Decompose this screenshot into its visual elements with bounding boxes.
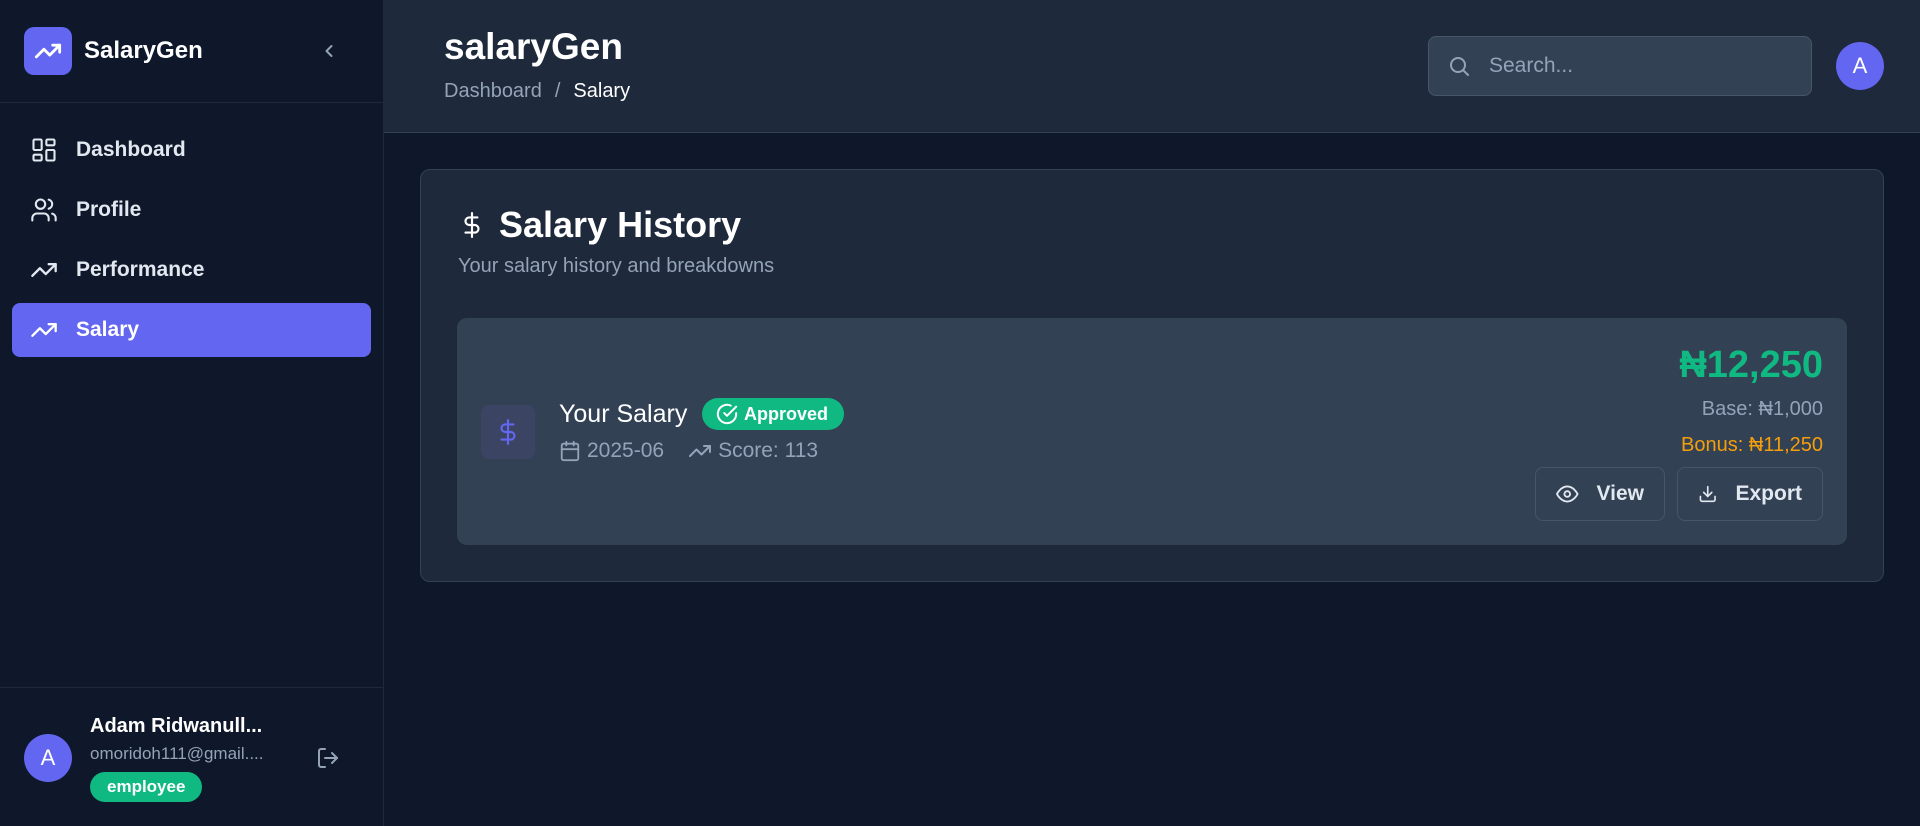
- user-name: Adam Ridwanull...: [90, 715, 263, 737]
- salary-base: Base: ₦1,000: [1701, 398, 1823, 420]
- view-button[interactable]: View: [1535, 467, 1665, 521]
- collapse-sidebar-button[interactable]: [316, 38, 342, 64]
- user-panel: A Adam Ridwanull... omoridoh111@gmail...…: [0, 687, 383, 826]
- trending-up-icon: [30, 316, 58, 344]
- status-badge: Approved: [702, 398, 845, 430]
- trending-up-icon: [689, 445, 712, 457]
- sidebar-nav: Dashboard Profile Performance Salary: [0, 103, 383, 357]
- search-input[interactable]: [1489, 54, 1789, 78]
- salary-total: ₦12,250: [1679, 344, 1823, 386]
- logo[interactable]: [24, 27, 72, 75]
- breadcrumb-separator: /: [554, 80, 561, 102]
- trending-up-icon: [34, 43, 62, 59]
- breadcrumb-current: Salary: [573, 80, 631, 102]
- avatar[interactable]: A: [1836, 42, 1884, 90]
- logout-icon: [318, 748, 338, 768]
- check-circle-icon: [716, 403, 738, 425]
- card-title: Salary History: [499, 204, 742, 245]
- card-header: Salary History: [459, 204, 741, 246]
- sidebar-item-dashboard[interactable]: Dashboard: [12, 123, 371, 177]
- salary-entry-meta: 2025-06 Score: 113: [559, 439, 818, 463]
- eye-icon: [1556, 485, 1579, 503]
- view-button-label: View: [1596, 482, 1644, 505]
- salary-bonus: Bonus: ₦11,250: [1681, 434, 1823, 456]
- salary-period: 2025-06: [587, 439, 665, 462]
- search-icon: [1450, 57, 1469, 76]
- sidebar: SalaryGen Dashboard Profile Performance …: [0, 0, 384, 826]
- logout-button[interactable]: [314, 744, 342, 772]
- page-title: salaryGen: [444, 26, 623, 67]
- dollar-icon: [500, 419, 516, 445]
- search-box[interactable]: [1428, 36, 1812, 96]
- sidebar-item-label: Dashboard: [76, 138, 186, 161]
- export-button[interactable]: Export: [1677, 467, 1823, 521]
- dollar-icon: [464, 212, 480, 238]
- salary-history-card: Salary History Your salary history and b…: [420, 169, 1884, 582]
- trending-up-icon: [30, 256, 58, 284]
- sidebar-item-profile[interactable]: Profile: [12, 183, 371, 237]
- performance-score: Score: 113: [718, 439, 819, 462]
- top-bar: salaryGen Dashboard / Salary A: [384, 0, 1920, 133]
- sidebar-item-label: Performance: [76, 258, 205, 281]
- chevron-left-icon: [325, 45, 333, 57]
- status-badge-label: Approved: [744, 403, 829, 424]
- breadcrumb-dashboard-link[interactable]: Dashboard: [444, 80, 542, 103]
- users-icon: [30, 196, 58, 224]
- brand-name: SalaryGen: [84, 37, 203, 64]
- user-email: omoridoh111@gmail....: [90, 744, 264, 763]
- salary-entry: Your Salary Approved 2025-06 Score: 113: [457, 318, 1847, 545]
- card-subtitle: Your salary history and breakdowns: [458, 255, 775, 277]
- sidebar-item-salary[interactable]: Salary: [12, 303, 371, 357]
- sidebar-item-label: Salary: [76, 318, 140, 341]
- sidebar-item-performance[interactable]: Performance: [12, 243, 371, 297]
- download-icon: [1699, 485, 1716, 503]
- breadcrumb: Dashboard / Salary: [444, 80, 630, 103]
- sidebar-header: SalaryGen: [0, 0, 383, 103]
- avatar[interactable]: A: [24, 734, 72, 782]
- salary-entry-title: Your Salary: [559, 400, 688, 428]
- export-button-label: Export: [1735, 482, 1802, 505]
- dashboard-icon: [30, 136, 58, 164]
- salary-entry-icon: [481, 405, 535, 459]
- role-badge: employee: [90, 772, 203, 802]
- sidebar-item-label: Profile: [76, 198, 142, 221]
- calendar-icon: [560, 440, 580, 462]
